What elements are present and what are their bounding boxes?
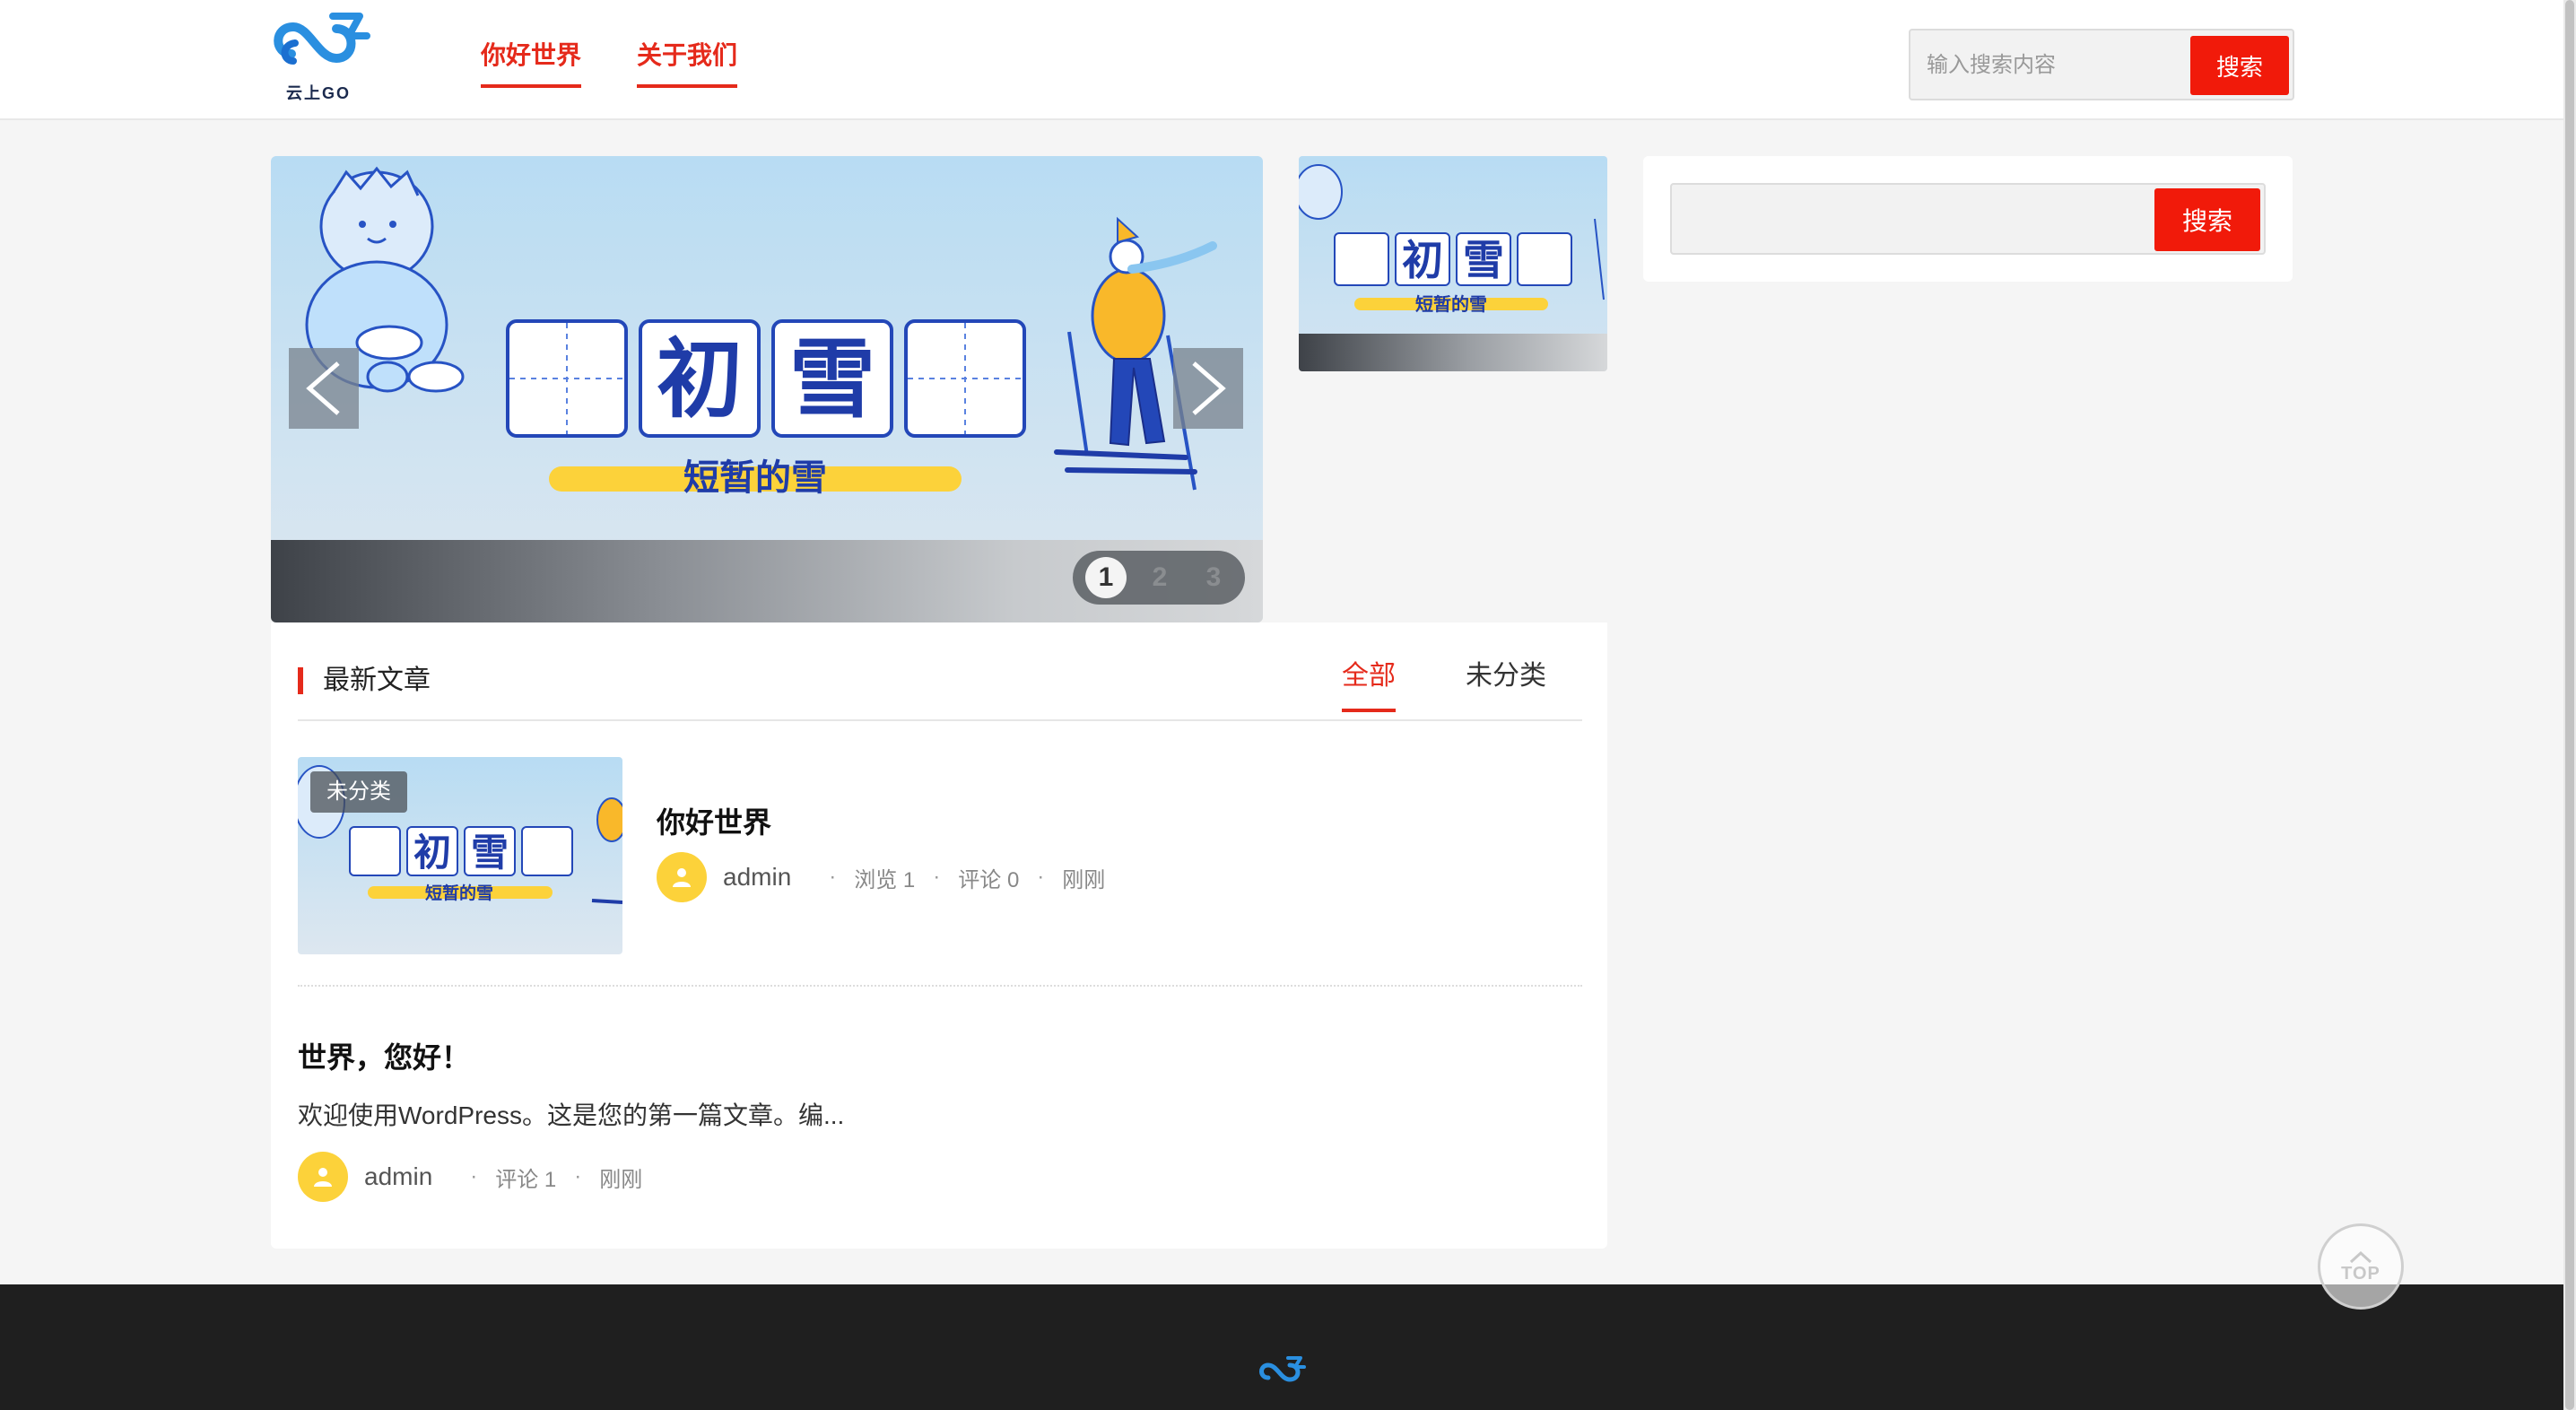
author-avatar[interactable]	[657, 852, 707, 902]
header-search-input[interactable]	[1927, 47, 2178, 84]
slider-next-button[interactable]	[1173, 348, 1243, 429]
chevron-right-icon	[1192, 361, 1226, 415]
meta-separator: ·	[829, 865, 837, 889]
meta-separator: ·	[1037, 865, 1045, 889]
thumb-char-1: 初	[1402, 236, 1443, 284]
header-search-button[interactable]: 搜索	[2190, 36, 2289, 95]
post-title[interactable]: 你好世界	[657, 800, 771, 841]
author-name[interactable]: admin	[364, 1162, 432, 1191]
post-meta: admin · 评论 1 · 刚刚	[298, 1152, 642, 1202]
slide-banner-image: 初 雪 短暂的雪	[305, 166, 1217, 499]
sidebar-search-input[interactable]	[1683, 199, 2131, 239]
comment-count: 评论 1	[495, 1167, 557, 1192]
author-avatar[interactable]	[298, 1152, 348, 1202]
view-count: 浏览 1	[854, 867, 916, 892]
sidebar-search-widget: 搜索	[1643, 156, 2293, 282]
slider-page-2[interactable]: 2	[1139, 557, 1180, 598]
site-footer	[0, 1284, 2576, 1410]
banner-char-2: 雪	[789, 329, 875, 430]
post-excerpt: 欢迎使用WordPress。这是您的第一篇文章。编...	[298, 1101, 845, 1129]
post-thumbnail[interactable]: 初 雪 短暂的雪 未分类	[298, 757, 622, 954]
comment-count: 评论 0	[958, 867, 1020, 892]
latest-posts-header: 最新文章 全部 未分类	[298, 622, 1582, 721]
thumbnail-image: 初 雪 短暂的雪	[1299, 164, 1605, 315]
thumbnail-caption-bar	[1299, 334, 1607, 371]
chevron-up-icon	[2349, 1250, 2372, 1263]
back-to-top-label: TOP	[2341, 1263, 2380, 1284]
meta-separator: ·	[470, 1164, 478, 1188]
nav-item-about-us[interactable]: 关于我们	[637, 36, 738, 88]
thumb-char-2: 雪	[1463, 236, 1504, 284]
latest-posts: 最新文章 全部 未分类 初 雪 短暂的雪 未分类 你好世界 admin · 浏览…	[271, 622, 1607, 1249]
site-header: 云上GO 你好世界 关于我们 搜索	[0, 0, 2576, 120]
category-badge[interactable]: 未分类	[310, 771, 407, 813]
slider-page-1[interactable]: 1	[1085, 557, 1127, 598]
chevron-left-icon	[306, 361, 340, 415]
author-name[interactable]: admin	[723, 863, 791, 892]
hero-slider: 初 雪 短暂的雪 1 2 3	[271, 156, 1263, 622]
slider-side-thumbnail[interactable]: 初 雪 短暂的雪	[1299, 156, 1607, 371]
post-item: 初 雪 短暂的雪 未分类 你好世界 admin · 浏览 1 · 评论 0 · …	[298, 757, 1582, 987]
post-thumb-subtitle: 短暂的雪	[425, 883, 493, 903]
footer-logo-icon[interactable]	[1258, 1354, 1308, 1390]
user-icon	[314, 1168, 332, 1187]
post-thumb-char-1: 初	[413, 831, 451, 875]
meta-separator: ·	[574, 1164, 582, 1188]
logo-icon	[274, 13, 370, 65]
post-time: 刚刚	[1062, 867, 1106, 892]
sidebar-search-button[interactable]: 搜索	[2154, 188, 2260, 251]
user-icon	[673, 868, 691, 887]
category-tabs: 全部 未分类	[1342, 653, 1546, 712]
back-to-top-button[interactable]: TOP	[2318, 1223, 2404, 1310]
sidebar-search: 搜索	[1670, 183, 2266, 255]
banner-subtitle: 短暂的雪	[683, 457, 827, 499]
tab-uncategorized[interactable]: 未分类	[1466, 653, 1546, 712]
slider-prev-button[interactable]	[289, 348, 359, 429]
thumb-subtitle: 短暂的雪	[1415, 293, 1487, 315]
banner-char-1: 初	[657, 329, 743, 430]
title-boxes: 初 雪 短暂的雪	[506, 319, 1026, 499]
post-meta: admin · 浏览 1 · 评论 0 · 刚刚	[657, 852, 1105, 902]
post-time: 刚刚	[599, 1167, 643, 1192]
scrollbar-thumb[interactable]	[2565, 0, 2574, 1410]
tab-all[interactable]: 全部	[1342, 653, 1396, 712]
meta-separator: ·	[933, 865, 941, 889]
page-scrollbar[interactable]	[2563, 0, 2576, 1410]
post-title[interactable]: 世界，您好！	[298, 1035, 470, 1076]
header-search: 搜索	[1909, 29, 2294, 100]
slider-page-3[interactable]: 3	[1193, 557, 1234, 598]
slider-pagination: 1 2 3	[1073, 551, 1245, 605]
site-logo[interactable]: 云上GO	[274, 9, 381, 102]
section-title: 最新文章	[298, 667, 431, 694]
nav-item-hello-world[interactable]: 你好世界	[481, 36, 582, 88]
logo-text: 云上GO	[285, 84, 351, 102]
main-nav: 你好世界 关于我们	[481, 36, 738, 88]
post-thumb-char-2: 雪	[471, 831, 509, 875]
